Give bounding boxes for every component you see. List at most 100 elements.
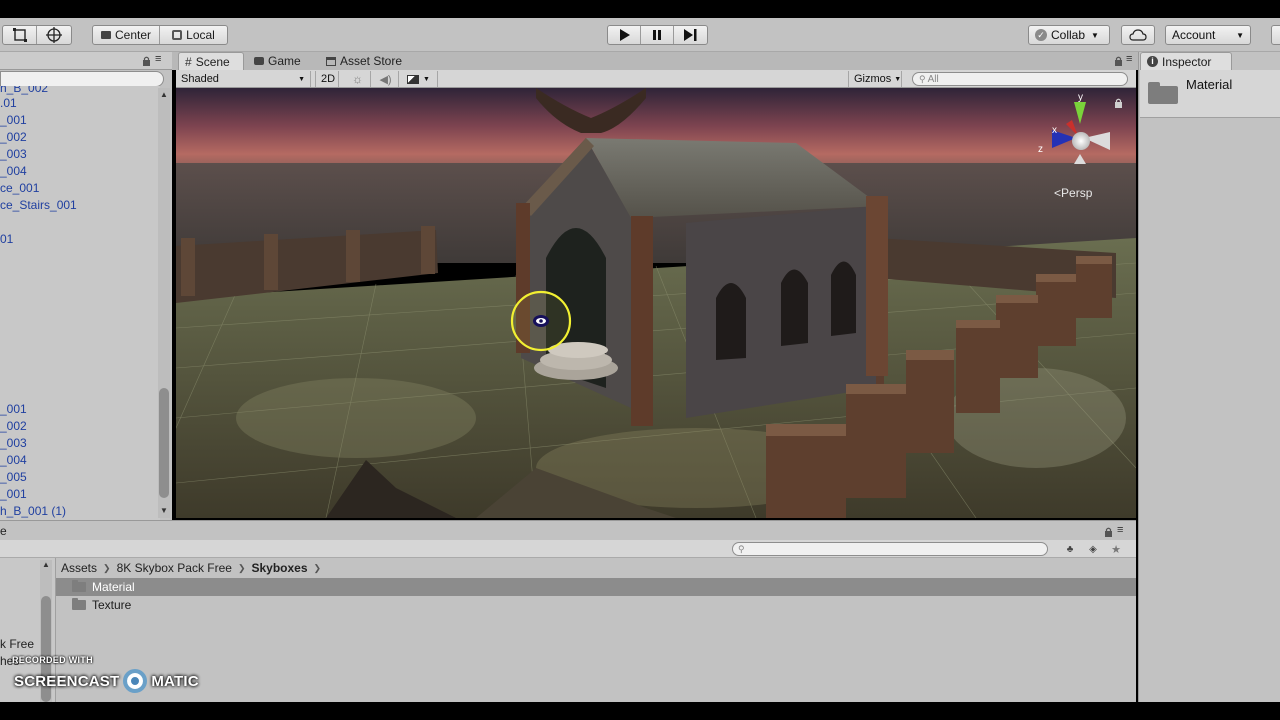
folder-icon — [72, 580, 86, 592]
transform-tool-button[interactable] — [37, 26, 71, 44]
lock-icon[interactable] — [1114, 56, 1123, 66]
axis-gizmo-icon — [1052, 102, 1110, 164]
panel-menu-icon[interactable]: ≡ — [1117, 524, 1123, 536]
watermark-caption: RECORDED WITH — [12, 655, 93, 665]
hierarchy-search-input[interactable] — [0, 71, 164, 87]
effects-dropdown[interactable]: ▼ — [402, 71, 438, 87]
letterbox-top — [0, 0, 1280, 18]
inspector-panel — [1138, 52, 1280, 702]
hierarchy-scrollbar[interactable]: ▲ ▼ — [158, 88, 170, 518]
inspector-header: Material — [1140, 70, 1280, 118]
tab-inspector[interactable]: i Inspector — [1140, 52, 1232, 70]
hierarchy-item[interactable]: _005 — [0, 469, 27, 485]
audio-toggle[interactable]: ◀) — [373, 71, 399, 87]
collab-button[interactable]: ✓ Collab ▼ — [1028, 25, 1110, 45]
pivot-toggles: Center Local — [92, 25, 228, 45]
gizmo-z-label: z — [1038, 144, 1043, 155]
hierarchy-item[interactable]: _002 — [0, 129, 27, 145]
tab-scene[interactable]: # Scene — [178, 52, 244, 70]
tab-asset-store[interactable]: Asset Store — [320, 52, 408, 70]
play-button[interactable] — [608, 26, 642, 44]
cloud-icon — [1129, 29, 1147, 41]
hierarchy-item[interactable]: _003 — [0, 435, 27, 451]
star-icon: ★ — [1111, 543, 1121, 556]
chevron-right-icon: ❯ — [237, 562, 246, 573]
hierarchy-item[interactable]: _001 — [0, 401, 27, 417]
hierarchy-item[interactable]: h_B_001 (1) — [0, 503, 66, 519]
filter-by-label-button[interactable]: ◈ — [1083, 541, 1103, 557]
project-search-input[interactable]: ⚲ — [732, 542, 1048, 556]
hierarchy-item[interactable]: _004 — [0, 452, 27, 468]
scroll-up-icon[interactable]: ▲ — [160, 90, 168, 99]
breadcrumb: Assets ❯ 8K Skybox Pack Free ❯ Skyboxes … — [56, 558, 1136, 578]
project-tab-label[interactable]: e — [0, 524, 7, 538]
scroll-up-icon[interactable]: ▲ — [42, 560, 50, 569]
speaker-icon: ◀) — [379, 73, 392, 86]
gizmos-dropdown[interactable]: Gizmos ▼ — [848, 71, 902, 87]
inspector-object-name: Material — [1186, 77, 1233, 92]
hierarchy-item[interactable]: ce_001 — [0, 180, 39, 196]
hierarchy-item[interactable]: _001 — [0, 112, 27, 128]
favorites-button[interactable]: ★ — [1106, 541, 1126, 557]
list-item[interactable]: Texture — [56, 596, 1136, 614]
scene-viewport[interactable]: y x z <Persp — [176, 88, 1136, 518]
lighting-toggle[interactable]: ☼ — [345, 71, 371, 87]
filter-by-type-button[interactable]: ♣ — [1060, 541, 1080, 557]
hierarchy-item[interactable]: _001 — [0, 486, 27, 502]
hierarchy-item[interactable]: _003 — [0, 146, 27, 162]
gizmo-y-label: y — [1078, 92, 1083, 103]
chevron-down-icon: ▼ — [1091, 30, 1099, 40]
hierarchy-item[interactable]: ce_Stairs_001 — [0, 197, 77, 213]
breadcrumb-item[interactable]: 8K Skybox Pack Free — [117, 561, 232, 575]
hierarchy-scroll-thumb[interactable] — [159, 388, 169, 498]
tag-icon: ◈ — [1089, 543, 1097, 555]
hierarchy-item[interactable]: 01 — [0, 231, 13, 247]
lock-icon[interactable] — [1104, 527, 1113, 537]
hierarchy-item[interactable]: _002 — [0, 418, 27, 434]
chevron-down-icon: ▼ — [894, 75, 902, 83]
pivot-local-button[interactable]: Local — [160, 26, 227, 44]
chevron-down-icon: ▼ — [1236, 30, 1244, 40]
info-icon: i — [1147, 56, 1158, 67]
scroll-down-icon[interactable]: ▼ — [160, 506, 168, 515]
transform-tool-icon — [46, 27, 62, 43]
folder-icon — [1148, 82, 1178, 104]
transform-tools — [2, 25, 72, 45]
scene-search-input[interactable]: ⚲ All — [912, 72, 1128, 86]
rect-tool-button[interactable] — [3, 26, 37, 44]
lock-icon[interactable] — [1114, 98, 1123, 108]
chevron-right-icon: ❯ — [313, 562, 322, 573]
layers-dropdown[interactable] — [1271, 25, 1280, 45]
folder-icon — [72, 598, 86, 610]
pivot-center-button[interactable]: Center — [93, 26, 160, 44]
breadcrumb-item[interactable]: Assets — [61, 561, 97, 575]
collab-check-icon: ✓ — [1035, 29, 1047, 41]
tab-game[interactable]: Game — [248, 52, 307, 70]
letterbox-bottom — [0, 702, 1280, 720]
toggle-2d-button[interactable]: 2D — [315, 71, 339, 87]
account-dropdown[interactable]: Account ▼ — [1165, 25, 1251, 45]
hierarchy-item[interactable]: .01 — [0, 95, 17, 111]
orientation-gizmo[interactable]: y x z — [1038, 92, 1114, 174]
cloud-button[interactable] — [1121, 25, 1155, 45]
panel-menu-icon[interactable]: ≡ — [155, 53, 161, 65]
local-icon — [172, 30, 183, 40]
draw-mode-dropdown[interactable]: Shaded ▼ — [176, 71, 311, 87]
tree-item[interactable]: k Free — [0, 637, 34, 651]
project-panel-header: e ≡ — [0, 520, 1136, 540]
list-item[interactable]: Material — [56, 578, 1136, 596]
project-toolbar: ⚲ ♣ ◈ ★ — [0, 540, 1136, 558]
chevron-down-icon: ▼ — [423, 75, 430, 83]
step-button[interactable] — [674, 26, 707, 44]
lock-icon[interactable] — [142, 56, 151, 66]
pause-button[interactable] — [641, 26, 674, 44]
game-icon — [254, 57, 264, 65]
breadcrumb-item[interactable]: Skyboxes — [252, 561, 308, 575]
hierarchy-item[interactable]: _004 — [0, 163, 27, 179]
projection-toggle[interactable]: <Persp — [1054, 186, 1092, 200]
scene-view-toolbar: Shaded ▼ 2D ☼ ◀) ▼ Gizmos ▼ ⚲ All — [176, 70, 1136, 88]
pivot-label: Center — [114, 28, 152, 42]
collab-label: Collab — [1051, 28, 1086, 42]
panel-menu-icon[interactable]: ≡ — [1126, 53, 1132, 65]
hierarchy-list: h_B_002 .01 _001 _002 _003 _004 ce_001 c… — [0, 86, 160, 520]
